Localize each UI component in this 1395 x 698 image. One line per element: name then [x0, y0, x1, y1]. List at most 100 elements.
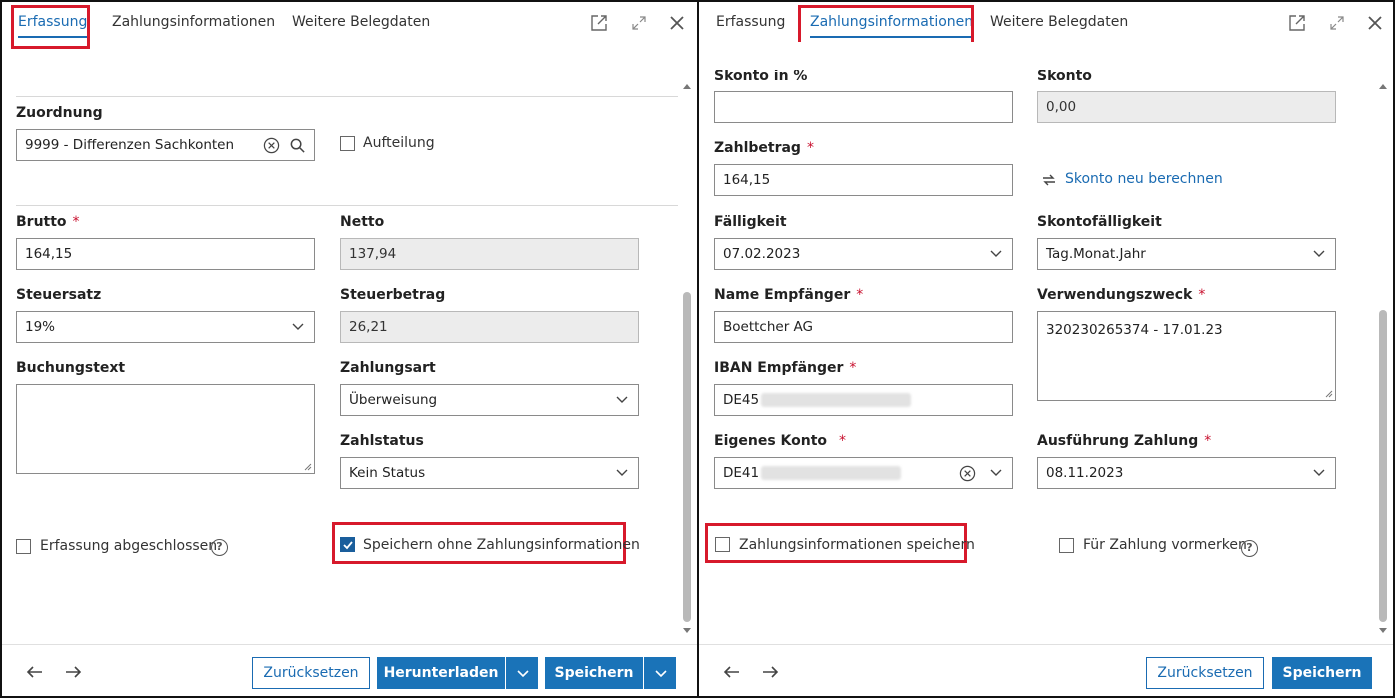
- footer-bar: Zurücksetzen Herunterladen Speichern: [2, 644, 697, 696]
- iban-empfaenger-input[interactable]: DE45: [714, 384, 1013, 416]
- skontofaelligkeit-value: Tag.Monat.Jahr: [1046, 246, 1146, 262]
- name-empfaenger-input[interactable]: Boettcher AG: [714, 311, 1013, 343]
- skontofaelligkeit-select[interactable]: Tag.Monat.Jahr: [1037, 238, 1336, 270]
- faelligkeit-select[interactable]: 07.02.2023: [714, 238, 1013, 270]
- clear-icon[interactable]: [263, 137, 280, 154]
- chevron-down-icon: [1313, 250, 1325, 257]
- verwendungszweck-value: 320230265374 - 17.01.23: [1046, 322, 1223, 338]
- scrollbar-thumb[interactable]: [683, 292, 691, 622]
- verwendungszweck-label-text: Verwendungszweck: [1037, 287, 1193, 303]
- arrow-right-icon[interactable]: [759, 661, 781, 683]
- brutto-input[interactable]: 164,15: [16, 238, 315, 270]
- arrow-left-icon[interactable]: [721, 661, 743, 683]
- close-icon[interactable]: [668, 14, 686, 32]
- download-dropdown-button[interactable]: [506, 657, 538, 689]
- netto-label: Netto: [340, 214, 385, 230]
- tab-bar-mask: [699, 42, 1379, 70]
- required-mark: *: [839, 433, 847, 449]
- erfassung-abgeschlossen-checkbox[interactable]: [16, 539, 31, 554]
- skonto-label: Skonto: [1037, 68, 1092, 84]
- redacted-text: [761, 466, 902, 480]
- ausfuehrung-label: Ausführung Zahlung *: [1037, 433, 1211, 449]
- tab-weitere-belegdaten[interactable]: Weitere Belegdaten: [292, 12, 430, 38]
- erfassung-abgeschlossen-label: Erfassung abgeschlossen: [40, 538, 218, 554]
- zahlungsart-select[interactable]: Überweisung: [340, 384, 639, 416]
- skonto-pct-input[interactable]: [714, 91, 1013, 123]
- close-icon[interactable]: [1366, 14, 1384, 32]
- required-mark: *: [1198, 287, 1206, 303]
- fuer-zahlung-vormerken-checkbox[interactable]: [1059, 538, 1074, 553]
- tab-zahlungsinformationen[interactable]: Zahlungsinformationen: [112, 12, 275, 38]
- reset-button[interactable]: Zurücksetzen: [252, 657, 370, 689]
- iban-empfaenger-label-text: IBAN Empfänger: [714, 360, 844, 376]
- zuordnung-value: 9999 - Differenzen Sachkonten: [25, 137, 235, 153]
- eigenes-konto-value: DE41: [723, 465, 760, 481]
- zahlstatus-select[interactable]: Kein Status: [340, 457, 639, 489]
- zahlbetrag-label: Zahlbetrag *: [714, 140, 814, 156]
- name-empfaenger-label: Name Empfänger *: [714, 287, 863, 303]
- resize-handle-icon[interactable]: [1325, 390, 1333, 398]
- arrow-left-icon[interactable]: [24, 661, 46, 683]
- scroll-down-arrow[interactable]: [1379, 628, 1387, 633]
- scroll-up-arrow[interactable]: [1379, 84, 1387, 89]
- footer-bar: Zurücksetzen Speichern: [699, 644, 1393, 696]
- eigenes-konto-label: Eigenes Konto *: [714, 433, 846, 449]
- expand-icon[interactable]: [630, 14, 648, 32]
- zahlstatus-label: Zahlstatus: [340, 433, 424, 449]
- brutto-value: 164,15: [25, 246, 73, 262]
- scroll-down-arrow[interactable]: [683, 628, 691, 633]
- refresh-icon[interactable]: [1041, 172, 1057, 188]
- ausfuehrung-select[interactable]: 08.11.2023: [1037, 457, 1336, 489]
- required-mark: *: [1204, 433, 1212, 449]
- zahlungsinformationen-speichern-checkbox[interactable]: [715, 537, 730, 552]
- save-dropdown-button[interactable]: [644, 657, 676, 689]
- save-button[interactable]: Speichern: [545, 657, 643, 689]
- buchungstext-textarea[interactable]: [16, 384, 315, 474]
- save-button[interactable]: Speichern: [1272, 657, 1372, 689]
- divider: [16, 205, 678, 206]
- aufteilung-checkbox[interactable]: [340, 136, 355, 151]
- skonto-value: 0,00: [1046, 99, 1077, 115]
- zahlungsart-value: Überweisung: [349, 392, 438, 408]
- zahlstatus-value: Kein Status: [349, 465, 426, 481]
- chevron-down-icon: [616, 396, 628, 403]
- expand-icon[interactable]: [1328, 14, 1346, 32]
- search-icon[interactable]: [289, 137, 306, 154]
- speichern-ohne-label: Speichern ohne Zahlungsinformationen: [363, 537, 640, 553]
- zahlbetrag-label-text: Zahlbetrag: [714, 140, 801, 156]
- ausfuehrung-label-text: Ausführung Zahlung: [1037, 433, 1199, 449]
- required-mark: *: [806, 140, 814, 156]
- name-empfaenger-label-text: Name Empfänger: [714, 287, 851, 303]
- help-icon[interactable]: ?: [211, 539, 228, 556]
- verwendungszweck-textarea[interactable]: 320230265374 - 17.01.23: [1037, 311, 1336, 401]
- scroll-up-arrow[interactable]: [683, 84, 691, 89]
- iban-empfaenger-label: IBAN Empfänger *: [714, 360, 856, 376]
- faelligkeit-value: 07.02.2023: [723, 246, 801, 262]
- steuersatz-select[interactable]: 19%: [16, 311, 315, 343]
- clear-icon[interactable]: [959, 465, 976, 482]
- ausfuehrung-value: 08.11.2023: [1046, 465, 1124, 481]
- buchungstext-label: Buchungstext: [16, 360, 126, 376]
- zahlungsart-label: Zahlungsart: [340, 360, 436, 376]
- eigenes-konto-select[interactable]: DE41: [714, 457, 1013, 489]
- resize-handle-icon[interactable]: [304, 463, 312, 471]
- help-icon[interactable]: ?: [1241, 540, 1258, 557]
- zahlbetrag-input[interactable]: 164,15: [714, 164, 1013, 196]
- skonto-neu-berechnen-link[interactable]: Skonto neu berechnen: [1065, 171, 1223, 187]
- tab-weitere-belegdaten[interactable]: Weitere Belegdaten: [990, 12, 1128, 38]
- checkmark-icon: [343, 541, 353, 550]
- chevron-down-icon: [1313, 469, 1325, 476]
- reset-button[interactable]: Zurücksetzen: [1146, 657, 1264, 689]
- open-external-icon[interactable]: [590, 14, 608, 32]
- download-button[interactable]: Herunterladen: [377, 657, 505, 689]
- tab-erfassung[interactable]: Erfassung: [716, 12, 785, 38]
- scrollbar-thumb[interactable]: [1379, 310, 1387, 622]
- zuordnung-label: Zuordnung: [16, 105, 103, 121]
- required-mark: *: [849, 360, 857, 376]
- iban-empfaenger-value: DE45: [723, 392, 760, 408]
- speichern-ohne-checkbox[interactable]: [340, 537, 355, 552]
- arrow-right-icon[interactable]: [62, 661, 84, 683]
- name-empfaenger-value: Boettcher AG: [723, 319, 813, 335]
- open-external-icon[interactable]: [1288, 14, 1306, 32]
- zuordnung-input[interactable]: 9999 - Differenzen Sachkonten: [16, 129, 315, 161]
